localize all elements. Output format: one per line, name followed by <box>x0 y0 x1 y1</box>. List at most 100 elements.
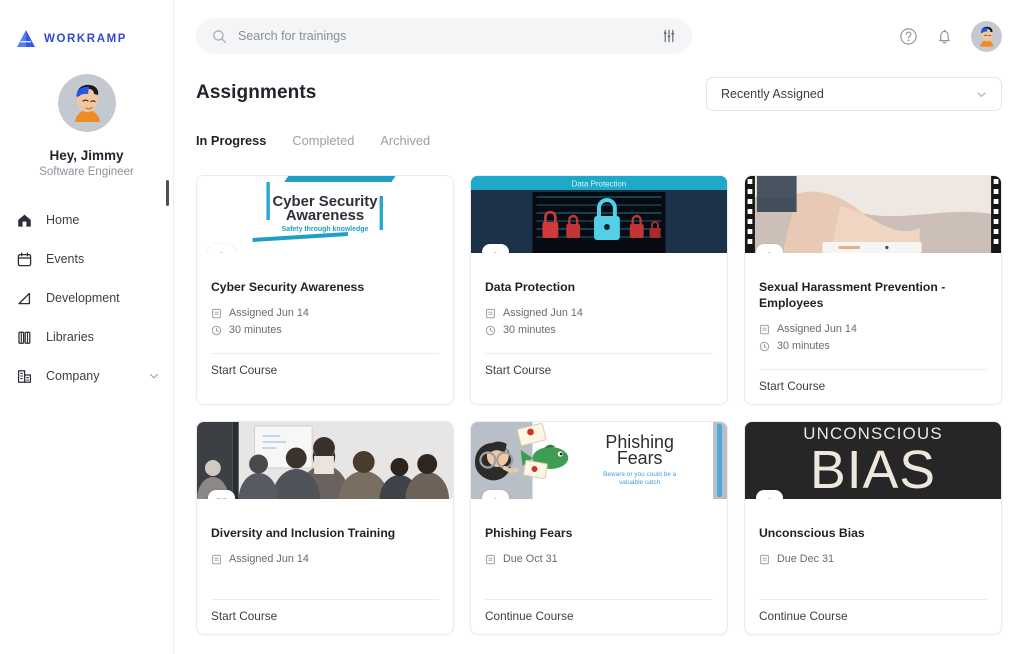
meta-due: Due Oct 31 <box>485 551 713 568</box>
card-meta: Due Oct 31 <box>485 551 713 590</box>
brand-logo[interactable]: WORKRAMP <box>0 0 173 48</box>
start-course-button[interactable]: Start Course <box>485 354 713 388</box>
card-body: Data Protection Assigned Jun 14 30 minut… <box>471 253 727 388</box>
filter-sliders-icon[interactable] <box>662 29 676 43</box>
sidebar-item-label: Home <box>46 213 80 227</box>
meta-assigned: Assigned Jun 14 <box>211 551 439 568</box>
sidebar-item-home[interactable]: Home <box>0 206 173 234</box>
classroom-meeting-thumb <box>197 421 453 499</box>
graduation-cap-icon <box>768 252 771 253</box>
card-meta: Assigned Jun 14 30 minutes <box>485 305 713 344</box>
page-title: Assignments <box>196 82 317 103</box>
tab-in-progress[interactable]: In Progress <box>196 133 266 151</box>
tab-archived[interactable]: Archived <box>380 133 430 151</box>
sort-dropdown[interactable]: Recently Assigned <box>706 77 1002 111</box>
search-icon <box>213 29 227 43</box>
sidebar-profile: Hey, Jimmy Software Engineer <box>0 74 173 178</box>
meta-assigned: Assigned Jun 14 <box>485 305 713 322</box>
course-type-badge <box>208 244 235 253</box>
card-title: Diversity and Inclusion Training <box>211 525 396 540</box>
meta-text: Assigned Jun 14 <box>229 553 309 566</box>
assignment-icon <box>760 554 769 564</box>
meta-spacer <box>759 568 987 585</box>
start-course-button[interactable]: Start Course <box>211 354 439 388</box>
card-title: Cyber Security Awareness <box>211 280 365 294</box>
meta-due: Due Dec 31 <box>759 551 987 568</box>
assignment-card-grid: Cyber Security Awareness Safety through … <box>196 175 1002 635</box>
workramp-logo-icon <box>17 30 35 47</box>
sidebar-item-events[interactable]: Events <box>0 245 173 273</box>
graduation-cap-icon <box>768 498 771 499</box>
search-input[interactable] <box>238 29 651 43</box>
search-bar[interactable] <box>196 18 692 54</box>
tab-completed[interactable]: Completed <box>292 133 354 151</box>
topbar <box>174 0 1024 72</box>
meta-text: Assigned Jun 14 <box>777 323 857 336</box>
assignment-card[interactable]: Sexual Harassment Prevention - Employees… <box>744 175 1002 405</box>
card-body: Sexual Harassment Prevention - Employees… <box>745 253 1001 404</box>
meta-duration: 30 minutes <box>485 322 713 339</box>
assignment-icon <box>486 554 495 564</box>
assignment-card[interactable]: Data Protection Data Protection Assigned… <box>470 175 728 405</box>
assignment-card[interactable]: UNCONSCIOUS BIAS Unconscious Bias Due De… <box>744 420 1002 635</box>
meta-spacer <box>211 568 439 585</box>
sidebar: WORKRAMP Hey, Jimmy Software Engineer Ho… <box>0 0 174 654</box>
thumb-banner-text: Data Protection <box>572 179 627 188</box>
page-header: Assignments Recently Assigned <box>196 77 1002 111</box>
avatar <box>57 74 116 132</box>
assignment-card[interactable]: Diversity and Inclusion Training Assigne… <box>196 420 454 635</box>
meta-duration: 30 minutes <box>211 322 439 339</box>
svg-text:Awareness: Awareness <box>286 207 364 224</box>
meta-text: 30 minutes <box>229 324 282 337</box>
chevron-down-icon[interactable] <box>149 371 159 381</box>
meta-text: 30 minutes <box>503 324 556 337</box>
sidebar-item-label: Company <box>46 369 100 383</box>
data-protection-thumb: Data Protection <box>471 176 727 253</box>
app-root: WORKRAMP Hey, Jimmy Software Engineer Ho… <box>0 0 1024 654</box>
help-circle-icon[interactable] <box>899 27 918 46</box>
assignment-card[interactable]: Phishing Fears Beware or you could be a … <box>470 420 728 635</box>
phishing-fears-thumb: Phishing Fears Beware or you could be a … <box>471 421 727 499</box>
meta-text: Due Dec 31 <box>777 553 835 566</box>
card-title: Sexual Harassment Prevention - Employees <box>759 280 946 310</box>
svg-text:Beware or you could be a: Beware or you could be a <box>603 471 676 478</box>
calendar-icon <box>17 252 32 266</box>
open-book-icon <box>216 498 227 499</box>
assignment-icon <box>760 324 769 335</box>
sidebar-item-development[interactable]: Development <box>0 284 173 312</box>
svg-text:valuable catch: valuable catch <box>619 479 661 486</box>
unconscious-bias-thumb: UNCONSCIOUS BIAS <box>745 421 1001 499</box>
brand-name: WORKRAMP <box>44 33 128 45</box>
sidebar-item-libraries[interactable]: Libraries <box>0 323 173 351</box>
graduation-cap-icon <box>494 498 497 499</box>
page-content: Assignments Recently Assigned In Progres… <box>174 72 1024 635</box>
card-meta: Assigned Jun 14 30 minutes <box>759 321 987 360</box>
assignment-card[interactable]: Cyber Security Awareness Safety through … <box>196 175 454 405</box>
card-meta: Assigned Jun 14 <box>211 551 439 590</box>
start-course-button[interactable]: Start Course <box>759 370 987 404</box>
books-icon <box>18 331 31 344</box>
chevron-down-icon <box>977 91 986 97</box>
meta-text: Assigned Jun 14 <box>503 307 583 320</box>
sidebar-scrollbar[interactable] <box>166 180 169 206</box>
assignment-tabs: In Progress Completed Archived <box>196 133 1002 151</box>
course-type-badge <box>756 244 783 253</box>
course-type-badge <box>482 489 509 499</box>
sidebar-item-company[interactable]: Company <box>0 362 173 390</box>
start-course-button[interactable]: Start Course <box>211 600 439 634</box>
profile-greeting: Hey, Jimmy <box>49 148 124 163</box>
continue-course-button[interactable]: Continue Course <box>485 600 713 634</box>
card-title: Data Protection <box>485 280 576 294</box>
sidebar-item-label: Development <box>46 291 120 305</box>
graduation-cap-icon <box>494 252 497 253</box>
thumb-title-line2: Fears <box>617 448 663 468</box>
assignment-icon <box>212 308 221 319</box>
svg-text:Safety through knowledge: Safety through knowledge <box>282 226 369 233</box>
notification-bell-icon[interactable] <box>935 27 954 46</box>
continue-course-button[interactable]: Continue Course <box>759 600 987 634</box>
card-meta: Due Dec 31 <box>759 551 987 590</box>
sidebar-item-label: Libraries <box>46 330 94 344</box>
profile-role: Software Engineer <box>39 166 134 178</box>
card-body: Cyber Security Awareness Assigned Jun 14 <box>197 253 453 388</box>
avatar[interactable] <box>971 20 1002 52</box>
